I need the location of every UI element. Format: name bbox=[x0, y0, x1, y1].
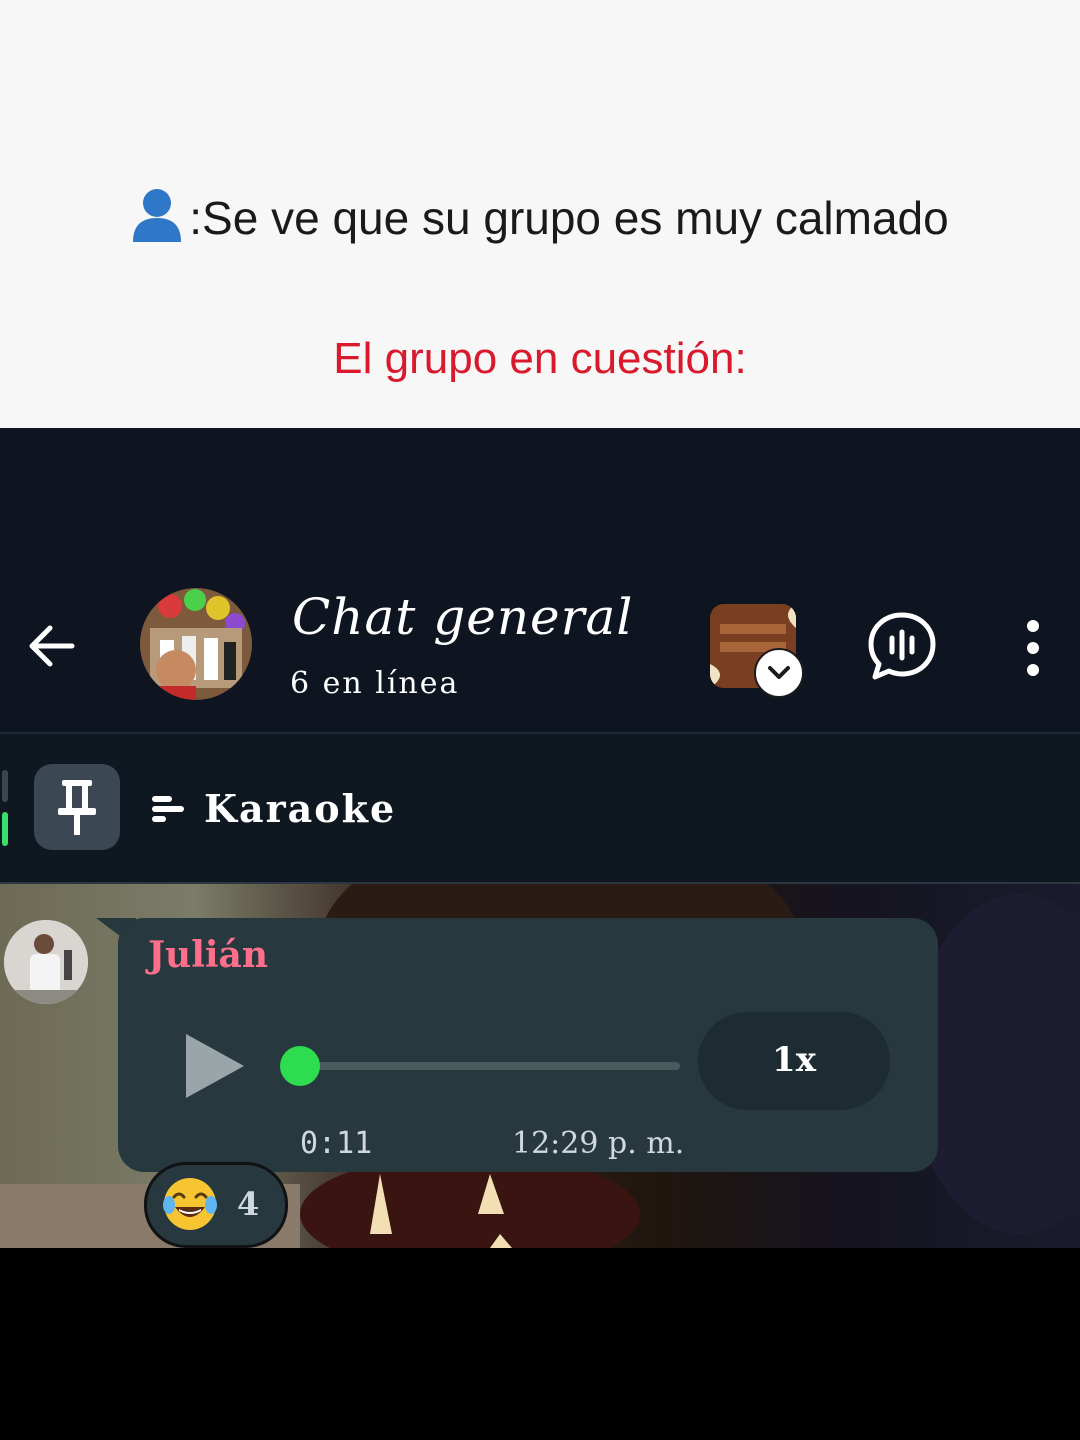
tears-of-joy-icon bbox=[163, 1178, 217, 1230]
voice-chat-icon[interactable] bbox=[866, 610, 938, 682]
pin-indicator-active bbox=[2, 812, 8, 846]
caption-line-2: El grupo en cuestión: bbox=[333, 334, 747, 383]
chevron-glyph bbox=[768, 666, 790, 679]
more-options-icon[interactable] bbox=[1018, 618, 1048, 678]
person-silhouette-icon bbox=[133, 189, 182, 242]
caption-area: :Se ve que su grupo es muy calmado El gr… bbox=[0, 0, 1080, 428]
play-icon[interactable] bbox=[182, 1030, 248, 1102]
caption-line-1: :Se ve que su grupo es muy calmado bbox=[0, 186, 1080, 245]
online-status: 6 en línea bbox=[290, 666, 460, 701]
group-photo-image bbox=[140, 588, 252, 700]
pin-indicator-inactive bbox=[2, 770, 8, 802]
audio-progress-knob[interactable] bbox=[280, 1046, 320, 1086]
audio-duration: 0:11 bbox=[300, 1126, 373, 1161]
reaction-badge[interactable]: 4 bbox=[144, 1162, 288, 1248]
chat-title[interactable]: Chat general bbox=[292, 588, 633, 646]
reaction-count: 4 bbox=[237, 1185, 260, 1223]
pin-button[interactable] bbox=[34, 764, 120, 850]
chevron-down-icon[interactable] bbox=[754, 648, 804, 698]
pinned-label[interactable]: Karaoke bbox=[204, 786, 396, 831]
playback-speed-button[interactable]: 1x bbox=[698, 1012, 890, 1110]
group-avatar[interactable] bbox=[140, 588, 252, 700]
chat-screen: Chat general 6 en línea Karaoke Julián 1… bbox=[0, 428, 1080, 1248]
message-timestamp: 12:29 p. m. bbox=[512, 1126, 685, 1161]
playback-speed-label: 1x bbox=[772, 1040, 816, 1080]
avatar[interactable] bbox=[4, 920, 88, 1004]
back-arrow-icon[interactable] bbox=[24, 618, 80, 674]
align-left-icon bbox=[152, 796, 184, 822]
user-photo-image bbox=[4, 920, 88, 1004]
caption-line-1-text: :Se ve que su grupo es muy calmado bbox=[189, 192, 949, 244]
bottom-area bbox=[0, 1248, 1080, 1440]
sender-name[interactable]: Julián bbox=[148, 934, 268, 976]
audio-progress-track[interactable] bbox=[300, 1062, 680, 1070]
pin-icon bbox=[58, 780, 96, 835]
